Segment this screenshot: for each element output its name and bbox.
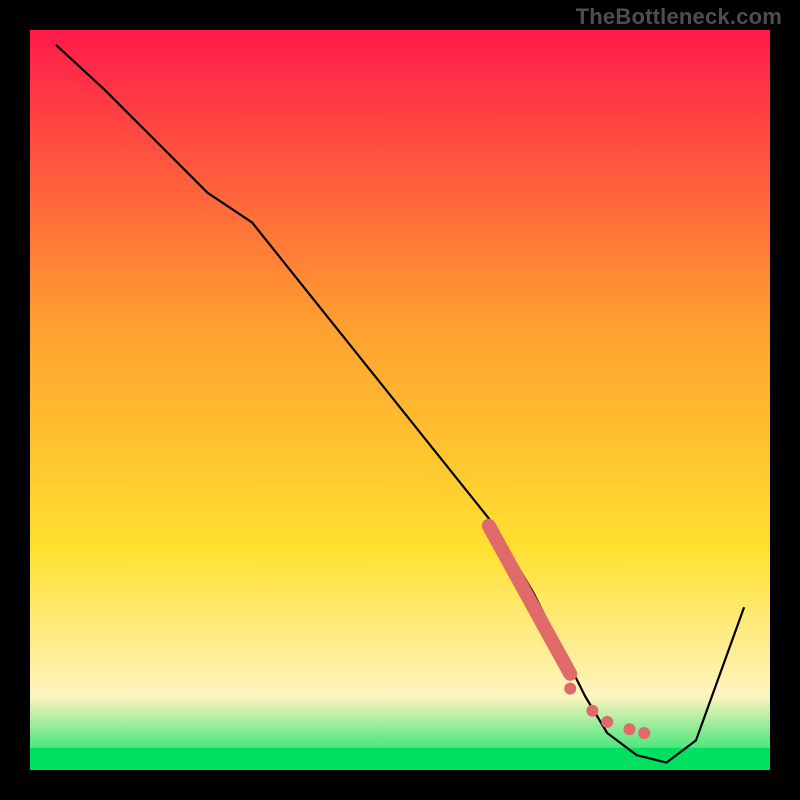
chart-svg — [0, 0, 800, 800]
highlight-dot — [601, 716, 613, 728]
highlight-dot — [564, 683, 576, 695]
highlight-dot — [638, 727, 650, 739]
highlight-dot — [623, 723, 635, 735]
plot-background — [30, 30, 770, 770]
highlight-dot — [586, 705, 598, 717]
chart-stage: TheBottleneck.com — [0, 0, 800, 800]
green-bottom-strip — [30, 748, 770, 770]
